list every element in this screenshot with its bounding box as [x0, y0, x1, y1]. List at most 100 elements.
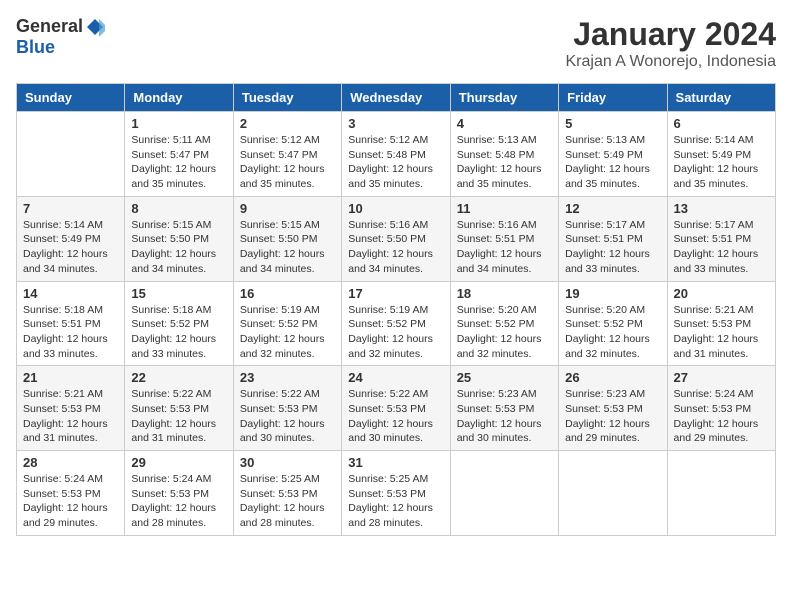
day-number: 17: [348, 286, 443, 301]
day-info: Sunrise: 5:14 AMSunset: 5:49 PMDaylight:…: [674, 133, 769, 192]
calendar-table: SundayMondayTuesdayWednesdayThursdayFrid…: [16, 83, 776, 536]
day-header-monday: Monday: [125, 84, 233, 112]
day-number: 10: [348, 201, 443, 216]
logo-icon: [85, 17, 105, 37]
day-number: 9: [240, 201, 335, 216]
day-number: 19: [565, 286, 660, 301]
day-number: 3: [348, 116, 443, 131]
day-header-thursday: Thursday: [450, 84, 558, 112]
day-info: Sunrise: 5:22 AMSunset: 5:53 PMDaylight:…: [240, 387, 335, 446]
calendar-cell: 22 Sunrise: 5:22 AMSunset: 5:53 PMDayligh…: [125, 366, 233, 451]
day-info: Sunrise: 5:20 AMSunset: 5:52 PMDaylight:…: [457, 303, 552, 362]
day-header-saturday: Saturday: [667, 84, 775, 112]
day-number: 23: [240, 370, 335, 385]
calendar-cell: 6 Sunrise: 5:14 AMSunset: 5:49 PMDaylight…: [667, 112, 775, 197]
calendar-cell: 21 Sunrise: 5:21 AMSunset: 5:53 PMDayligh…: [17, 366, 125, 451]
day-number: 21: [23, 370, 118, 385]
day-info: Sunrise: 5:18 AMSunset: 5:51 PMDaylight:…: [23, 303, 118, 362]
day-info: Sunrise: 5:21 AMSunset: 5:53 PMDaylight:…: [23, 387, 118, 446]
logo-blue-text: Blue: [16, 37, 55, 58]
day-number: 1: [131, 116, 226, 131]
day-number: 16: [240, 286, 335, 301]
day-number: 30: [240, 455, 335, 470]
day-number: 6: [674, 116, 769, 131]
calendar-cell: 23 Sunrise: 5:22 AMSunset: 5:53 PMDayligh…: [233, 366, 341, 451]
calendar-cell: 7Sunrise: 5:14 AMSunset: 5:49 PMDaylight…: [17, 196, 125, 281]
day-header-tuesday: Tuesday: [233, 84, 341, 112]
calendar-cell: 26 Sunrise: 5:23 AMSunset: 5:53 PMDayligh…: [559, 366, 667, 451]
calendar-header-row: SundayMondayTuesdayWednesdayThursdayFrid…: [17, 84, 776, 112]
day-number: 2: [240, 116, 335, 131]
day-info: Sunrise: 5:12 AMSunset: 5:48 PMDaylight:…: [348, 133, 443, 192]
day-info: Sunrise: 5:22 AMSunset: 5:53 PMDaylight:…: [131, 387, 226, 446]
day-number: 25: [457, 370, 552, 385]
day-info: Sunrise: 5:19 AMSunset: 5:52 PMDaylight:…: [240, 303, 335, 362]
day-info: Sunrise: 5:22 AMSunset: 5:53 PMDaylight:…: [348, 387, 443, 446]
calendar-cell: 31Sunrise: 5:25 AMSunset: 5:53 PMDayligh…: [342, 451, 450, 536]
day-number: 4: [457, 116, 552, 131]
day-info: Sunrise: 5:16 AMSunset: 5:51 PMDaylight:…: [457, 218, 552, 277]
page-header: General Blue January 2024 Krajan A Wonor…: [16, 16, 776, 71]
day-info: Sunrise: 5:15 AMSunset: 5:50 PMDaylight:…: [131, 218, 226, 277]
day-number: 28: [23, 455, 118, 470]
subtitle: Krajan A Wonorejo, Indonesia: [565, 53, 776, 71]
day-number: 18: [457, 286, 552, 301]
day-info: Sunrise: 5:24 AMSunset: 5:53 PMDaylight:…: [674, 387, 769, 446]
day-number: 29: [131, 455, 226, 470]
day-info: Sunrise: 5:18 AMSunset: 5:52 PMDaylight:…: [131, 303, 226, 362]
day-info: Sunrise: 5:15 AMSunset: 5:50 PMDaylight:…: [240, 218, 335, 277]
calendar-cell: 3 Sunrise: 5:12 AMSunset: 5:48 PMDaylight…: [342, 112, 450, 197]
calendar-cell: [17, 112, 125, 197]
day-info: Sunrise: 5:21 AMSunset: 5:53 PMDaylight:…: [674, 303, 769, 362]
calendar-cell: 1 Sunrise: 5:11 AMSunset: 5:47 PMDaylight…: [125, 112, 233, 197]
day-number: 7: [23, 201, 118, 216]
calendar-cell: 2Sunrise: 5:12 AMSunset: 5:47 PMDaylight…: [233, 112, 341, 197]
calendar-cell: [450, 451, 558, 536]
day-info: Sunrise: 5:20 AMSunset: 5:52 PMDaylight:…: [565, 303, 660, 362]
calendar-cell: 4Sunrise: 5:13 AMSunset: 5:48 PMDaylight…: [450, 112, 558, 197]
day-number: 31: [348, 455, 443, 470]
day-info: Sunrise: 5:23 AMSunset: 5:53 PMDaylight:…: [457, 387, 552, 446]
day-info: Sunrise: 5:17 AMSunset: 5:51 PMDaylight:…: [674, 218, 769, 277]
calendar-cell: 19 Sunrise: 5:20 AMSunset: 5:52 PMDayligh…: [559, 281, 667, 366]
day-number: 13: [674, 201, 769, 216]
calendar-cell: 8 Sunrise: 5:15 AMSunset: 5:50 PMDaylight…: [125, 196, 233, 281]
day-header-sunday: Sunday: [17, 84, 125, 112]
calendar-cell: 29 Sunrise: 5:24 AMSunset: 5:53 PMDayligh…: [125, 451, 233, 536]
day-info: Sunrise: 5:24 AMSunset: 5:53 PMDaylight:…: [131, 472, 226, 531]
calendar-cell: 15 Sunrise: 5:18 AMSunset: 5:52 PMDayligh…: [125, 281, 233, 366]
day-info: Sunrise: 5:11 AMSunset: 5:47 PMDaylight:…: [131, 133, 226, 192]
calendar-cell: [559, 451, 667, 536]
main-title: January 2024: [565, 16, 776, 53]
day-number: 15: [131, 286, 226, 301]
day-number: 11: [457, 201, 552, 216]
day-number: 24: [348, 370, 443, 385]
day-number: 8: [131, 201, 226, 216]
day-number: 26: [565, 370, 660, 385]
calendar-cell: 24 Sunrise: 5:22 AMSunset: 5:53 PMDayligh…: [342, 366, 450, 451]
calendar-cell: 30Sunrise: 5:25 AMSunset: 5:53 PMDayligh…: [233, 451, 341, 536]
logo-general-text: General: [16, 16, 83, 37]
calendar-cell: 13 Sunrise: 5:17 AMSunset: 5:51 PMDayligh…: [667, 196, 775, 281]
calendar-cell: 18 Sunrise: 5:20 AMSunset: 5:52 PMDayligh…: [450, 281, 558, 366]
day-info: Sunrise: 5:24 AMSunset: 5:53 PMDaylight:…: [23, 472, 118, 531]
logo: General Blue: [16, 16, 105, 58]
day-info: Sunrise: 5:23 AMSunset: 5:53 PMDaylight:…: [565, 387, 660, 446]
calendar-cell: 12Sunrise: 5:17 AMSunset: 5:51 PMDayligh…: [559, 196, 667, 281]
day-header-friday: Friday: [559, 84, 667, 112]
calendar-cell: 10Sunrise: 5:16 AMSunset: 5:50 PMDayligh…: [342, 196, 450, 281]
day-number: 12: [565, 201, 660, 216]
title-section: January 2024 Krajan A Wonorejo, Indonesi…: [565, 16, 776, 71]
calendar-cell: [667, 451, 775, 536]
day-number: 22: [131, 370, 226, 385]
calendar-week-2: 7Sunrise: 5:14 AMSunset: 5:49 PMDaylight…: [17, 196, 776, 281]
calendar-week-1: 1 Sunrise: 5:11 AMSunset: 5:47 PMDaylight…: [17, 112, 776, 197]
day-number: 27: [674, 370, 769, 385]
day-info: Sunrise: 5:19 AMSunset: 5:52 PMDaylight:…: [348, 303, 443, 362]
calendar-cell: 11 Sunrise: 5:16 AMSunset: 5:51 PMDayligh…: [450, 196, 558, 281]
day-header-wednesday: Wednesday: [342, 84, 450, 112]
calendar-cell: 16 Sunrise: 5:19 AMSunset: 5:52 PMDayligh…: [233, 281, 341, 366]
calendar-cell: 20Sunrise: 5:21 AMSunset: 5:53 PMDayligh…: [667, 281, 775, 366]
calendar-cell: 17 Sunrise: 5:19 AMSunset: 5:52 PMDayligh…: [342, 281, 450, 366]
calendar-week-5: 28 Sunrise: 5:24 AMSunset: 5:53 PMDayligh…: [17, 451, 776, 536]
